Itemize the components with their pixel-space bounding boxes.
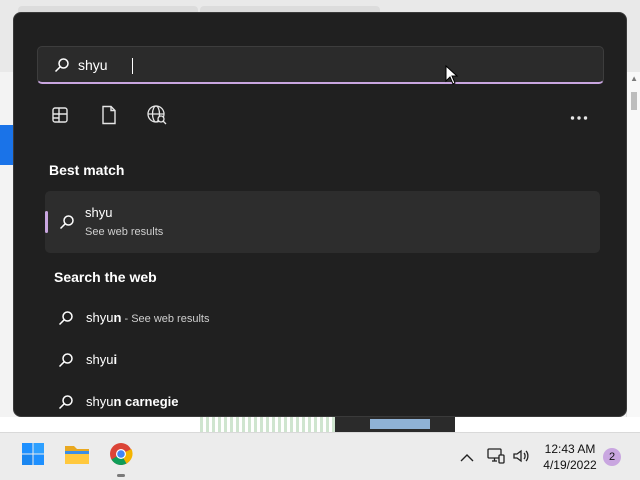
web-suggestion-text: shyui [86, 352, 117, 367]
scroll-up-icon[interactable]: ▲ [630, 74, 638, 83]
search-icon [54, 57, 70, 78]
filter-web-button[interactable] [144, 104, 170, 131]
clock[interactable]: 12:43 AM 4/19/2022 [536, 441, 604, 473]
search-the-web-heading: Search the web [54, 269, 157, 285]
search-input[interactable] [78, 55, 558, 75]
background-image [370, 419, 430, 429]
start-button[interactable] [20, 442, 46, 471]
scroll-thumb[interactable] [631, 92, 637, 110]
search-icon [58, 394, 74, 415]
network-icon[interactable] [487, 447, 505, 470]
chrome-button[interactable] [108, 442, 134, 471]
notification-badge[interactable]: 2 [603, 448, 621, 466]
chevron-up-icon[interactable] [460, 450, 474, 468]
more-options-button[interactable] [566, 105, 592, 129]
file-explorer-button[interactable] [64, 443, 90, 469]
taskbar: 12:43 AM 4/19/2022 2 [0, 432, 640, 480]
suggestion-completion: n carnegie [113, 394, 179, 409]
volume-icon[interactable] [512, 447, 530, 470]
clock-time: 12:43 AM [544, 442, 596, 456]
suggestion-prefix: shyu [86, 310, 114, 325]
search-icon [58, 310, 74, 331]
active-app-indicator [117, 474, 125, 477]
text-cursor [132, 58, 133, 74]
more-options-icon [570, 108, 588, 126]
clock-date: 4/19/2022 [543, 458, 597, 472]
filter-documents-button[interactable] [96, 105, 122, 129]
suggestion-prefix: shyu [86, 352, 114, 367]
web-suggestion-item[interactable]: shyun - See web results [54, 306, 574, 330]
web-suggestion-text: shyun - See web results [86, 310, 209, 325]
apps-icon [51, 106, 69, 129]
background-blue-panel [0, 125, 13, 165]
suggestion-prefix: shyu [86, 394, 114, 409]
windows-start-icon [21, 442, 45, 471]
best-match-item[interactable]: shyu See web results [45, 191, 600, 253]
chrome-icon [109, 442, 133, 471]
suggestion-completion: i [113, 352, 118, 367]
web-icon [146, 104, 168, 131]
search-flyout: Best match shyu See web results Search t… [13, 12, 627, 417]
mouse-pointer-icon [445, 65, 459, 85]
documents-icon [100, 105, 118, 130]
web-suggestion-text: shyun carnegie [86, 394, 179, 409]
best-match-heading: Best match [49, 162, 125, 178]
background-content [0, 417, 640, 432]
selection-indicator [45, 211, 48, 233]
filter-apps-button[interactable] [47, 105, 73, 129]
background-image [200, 417, 340, 432]
suggestion-suffix: - See web results [121, 313, 210, 325]
file-explorer-icon [64, 443, 90, 470]
web-suggestion-item[interactable]: shyun carnegie [54, 390, 574, 414]
search-icon [58, 352, 74, 373]
search-box[interactable] [37, 46, 604, 84]
background-scrollbar[interactable]: ▲ [626, 72, 640, 417]
web-suggestion-item[interactable]: shyui [54, 348, 574, 372]
best-match-subtitle: See web results [85, 226, 164, 238]
best-match-title: shyu [85, 205, 113, 220]
search-icon [59, 214, 75, 235]
